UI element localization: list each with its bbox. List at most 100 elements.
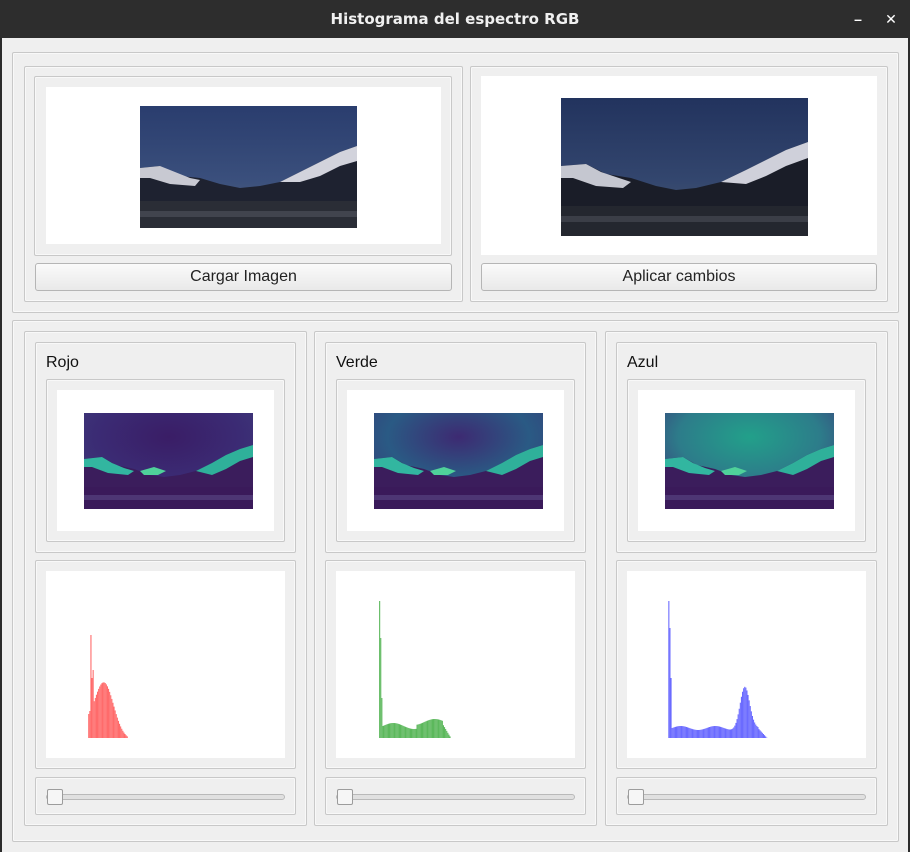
histogram-bar: [756, 726, 758, 738]
histogram-bar: [403, 726, 405, 738]
histogram-bar: [688, 727, 690, 738]
histogram-bar: [420, 723, 422, 738]
histogram-bar: [104, 683, 106, 738]
histogram-bar: [709, 727, 711, 738]
histogram-bar: [707, 727, 709, 738]
histogram-bar: [729, 729, 731, 738]
histogram-bar: [699, 729, 701, 738]
histogram-bar: [748, 700, 750, 738]
histogram-bar: [669, 628, 671, 738]
histogram-bar: [392, 723, 394, 738]
histogram-bar: [449, 736, 451, 738]
histogram-bar: [436, 719, 438, 738]
histogram-bar: [386, 724, 388, 738]
histogram-bar: [419, 723, 421, 738]
histogram-bar: [397, 723, 399, 738]
histogram-bar: [89, 711, 91, 738]
histogram-bar: [391, 723, 393, 738]
histogram-bar: [701, 729, 703, 738]
histogram-bar: [401, 725, 403, 738]
histogram-bar: [111, 698, 113, 738]
histogram-bar: [684, 726, 686, 738]
histogram-bar: [383, 725, 385, 738]
histogram-bar: [438, 719, 440, 738]
histogram-bar: [765, 736, 767, 738]
histogram-bar: [106, 686, 108, 738]
histogram-bar: [761, 732, 763, 738]
histogram-bar: [685, 726, 687, 738]
histogram-bar: [753, 719, 755, 738]
histogram-bar: [426, 720, 428, 738]
histogram-bar: [411, 728, 413, 738]
histogram-bar: [407, 727, 409, 738]
histogram-bar: [91, 678, 93, 738]
histogram-bar: [430, 719, 432, 738]
channel-red-slider-handle[interactable]: [47, 789, 63, 805]
histogram-bar: [408, 728, 410, 738]
histogram-bar: [739, 702, 741, 738]
histogram-bar: [693, 729, 695, 738]
apply-changes-button[interactable]: Aplicar cambios: [481, 263, 877, 291]
histogram-bar: [759, 730, 761, 738]
histogram-bar: [444, 727, 446, 738]
histogram-bar: [736, 719, 738, 738]
histogram-bar: [683, 726, 685, 738]
histogram-bar: [429, 719, 431, 738]
histogram-bar: [750, 711, 752, 738]
histogram-bar: [115, 714, 117, 738]
histogram-bar: [412, 728, 414, 738]
histogram-bar: [668, 601, 670, 738]
histogram-bar: [737, 714, 739, 738]
minimize-icon[interactable]: –: [848, 9, 868, 29]
histogram-bar: [448, 734, 450, 738]
histogram-bar: [673, 727, 675, 738]
histogram-bar: [681, 726, 683, 738]
channel-green-slider-track[interactable]: [336, 794, 575, 800]
histogram-bar: [731, 729, 733, 738]
channel-green-slider-handle[interactable]: [337, 789, 353, 805]
channel-red-slider-track[interactable]: [46, 794, 285, 800]
histogram-bar: [671, 728, 673, 738]
histogram-bar: [416, 724, 418, 738]
histogram-bar: [119, 723, 121, 738]
histogram-bar: [94, 697, 96, 738]
close-icon[interactable]: ✕: [881, 9, 901, 29]
histogram-bar: [102, 682, 104, 738]
histogram-bar: [674, 726, 676, 738]
histogram-bar: [387, 723, 389, 738]
histogram-bar: [98, 688, 100, 738]
histogram-bar: [117, 720, 119, 738]
histogram-bar: [405, 727, 407, 738]
histogram-bar: [381, 698, 383, 738]
histogram-bar: [414, 728, 416, 738]
histogram-bar: [700, 729, 702, 738]
histogram-bar: [88, 714, 90, 738]
channel-blue-slider-track[interactable]: [627, 794, 866, 800]
histogram-bar: [670, 678, 672, 738]
channel-blue-label: Azul: [627, 354, 659, 371]
histogram-bar: [733, 727, 735, 738]
histogram-bar: [713, 726, 715, 738]
load-image-button[interactable]: Cargar Imagen: [35, 263, 452, 291]
histogram-bar: [722, 727, 724, 738]
histogram-bar: [725, 728, 727, 738]
histogram-bar: [413, 728, 415, 738]
histogram-bar: [691, 728, 693, 738]
channel-red-image: [84, 413, 253, 509]
histogram-bar: [92, 670, 94, 738]
histogram-bar: [704, 728, 706, 738]
channel-green-label: Verde: [336, 354, 378, 371]
histogram-bar: [93, 701, 95, 738]
histogram-bar: [678, 726, 680, 738]
histogram-bar: [103, 682, 105, 738]
histogram-bar: [122, 730, 124, 738]
channel-blue-slider-handle[interactable]: [628, 789, 644, 805]
histogram-bar: [427, 720, 429, 738]
histogram-bar: [114, 710, 116, 738]
histogram-bar: [389, 723, 391, 738]
histogram-bar: [764, 735, 766, 738]
histogram-bar: [747, 694, 749, 738]
histogram-bar: [105, 684, 107, 738]
histogram-bar: [687, 727, 689, 738]
histogram-bar: [762, 734, 764, 738]
